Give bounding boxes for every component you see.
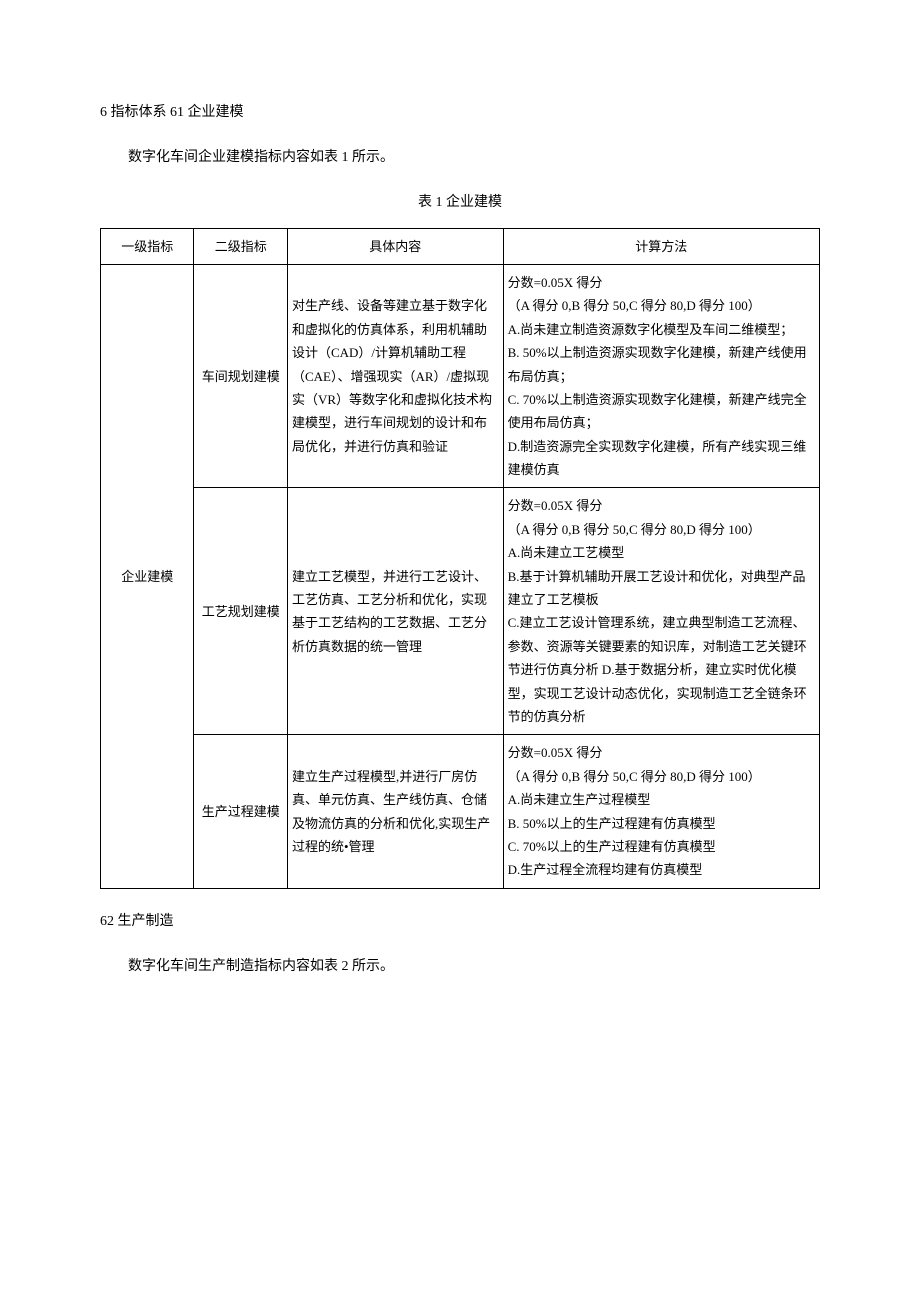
- cell-level2: 生产过程建模: [194, 735, 287, 888]
- section-intro-1: 数字化车间企业建模指标内容如表 1 所示。: [100, 145, 820, 170]
- table1: 一级指标 二级指标 具体内容 计算方法 企业建模 车间规划建模 对生产线、设备等…: [100, 228, 820, 889]
- table1-caption: 表 1 企业建模: [100, 190, 820, 215]
- table-row: 生产过程建模 建立生产过程模型,并进行厂房仿真、单元仿真、生产线仿真、仓储及物流…: [101, 735, 820, 888]
- cell-content: 对生产线、设备等建立基于数字化和虚拟化的仿真体系，利用机辅助设计（CAD）/计算…: [287, 264, 503, 488]
- cell-level2: 车间规划建模: [194, 264, 287, 488]
- th-level2: 二级指标: [194, 228, 287, 264]
- section-heading-2: 62 生产制造: [100, 909, 820, 934]
- table-row: 企业建模 车间规划建模 对生产线、设备等建立基于数字化和虚拟化的仿真体系，利用机…: [101, 264, 820, 488]
- th-method: 计算方法: [503, 228, 819, 264]
- th-content: 具体内容: [287, 228, 503, 264]
- cell-method: 分数=0.05X 得分 （A 得分 0,B 得分 50,C 得分 80,D 得分…: [503, 488, 819, 735]
- table-header-row: 一级指标 二级指标 具体内容 计算方法: [101, 228, 820, 264]
- cell-method: 分数=0.05X 得分 （A 得分 0,B 得分 50,C 得分 80,D 得分…: [503, 264, 819, 488]
- cell-level1: 企业建模: [101, 264, 194, 888]
- cell-level2: 工艺规划建模: [194, 488, 287, 735]
- cell-content: 建立工艺模型，并进行工艺设计、工艺仿真、工艺分析和优化，实现基于工艺结构的工艺数…: [287, 488, 503, 735]
- cell-method: 分数=0.05X 得分 （A 得分 0,B 得分 50,C 得分 80,D 得分…: [503, 735, 819, 888]
- table-row: 工艺规划建模 建立工艺模型，并进行工艺设计、工艺仿真、工艺分析和优化，实现基于工…: [101, 488, 820, 735]
- section-intro-2: 数字化车间生产制造指标内容如表 2 所示。: [100, 954, 820, 979]
- th-level1: 一级指标: [101, 228, 194, 264]
- section-heading-1: 6 指标体系 61 企业建模: [100, 100, 820, 125]
- cell-content: 建立生产过程模型,并进行厂房仿真、单元仿真、生产线仿真、仓储及物流仿真的分析和优…: [287, 735, 503, 888]
